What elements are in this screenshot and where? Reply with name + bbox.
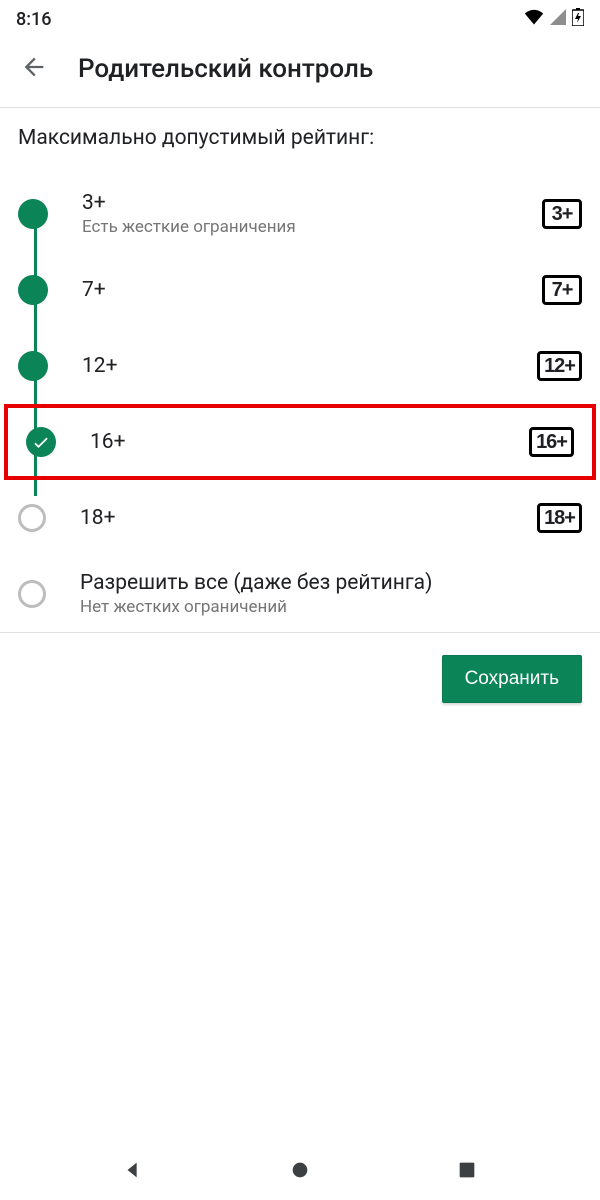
wifi-icon: [524, 9, 544, 30]
rating-option-18plus[interactable]: 18+ 18+: [0, 480, 600, 556]
nav-home-icon[interactable]: [289, 1159, 311, 1185]
option-label: 16+: [90, 430, 529, 454]
radio-filled-icon: [18, 351, 48, 381]
rating-badge: 7+: [542, 275, 582, 305]
rating-option-16plus[interactable]: 16+ 16+: [4, 404, 596, 480]
option-label: 12+: [82, 354, 537, 378]
rating-badge: 3+: [542, 199, 582, 229]
status-icons: [524, 8, 584, 31]
radio-filled-icon: [18, 275, 48, 305]
option-label: 3+: [82, 191, 542, 215]
rating-option-12plus[interactable]: 12+ 12+: [0, 328, 600, 404]
page-title: Родительский контроль: [78, 54, 373, 84]
cell-signal-icon: [550, 9, 566, 30]
rating-options: 3+ Есть жесткие ограничения 3+ 7+ 7+ 12+…: [0, 166, 600, 632]
back-icon[interactable]: [20, 53, 48, 85]
status-bar: 8:16: [0, 0, 600, 35]
section-label: Максимально допустимый рейтинг:: [0, 108, 600, 166]
rating-badge: 12+: [537, 351, 582, 381]
radio-empty-icon: [18, 580, 46, 608]
rating-option-7plus[interactable]: 7+ 7+: [0, 252, 600, 328]
option-sublabel: Есть жесткие ограничения: [82, 217, 542, 237]
nav-back-icon[interactable]: [122, 1159, 144, 1185]
radio-checked-icon: [26, 427, 56, 457]
option-label: 18+: [80, 506, 537, 530]
radio-filled-icon: [18, 199, 48, 229]
system-nav-bar: [0, 1144, 600, 1200]
option-label: Разрешить все (даже без рейтинга): [80, 571, 582, 595]
save-button[interactable]: Сохранить: [442, 655, 582, 703]
battery-icon: [572, 8, 584, 31]
nav-recent-icon[interactable]: [456, 1159, 478, 1185]
radio-empty-icon: [18, 504, 46, 532]
option-label: 7+: [82, 278, 542, 302]
rating-badge: 18+: [537, 503, 582, 533]
app-bar: Родительский контроль: [0, 35, 600, 107]
rating-option-allow-all[interactable]: Разрешить все (даже без рейтинга) Нет же…: [0, 556, 600, 632]
rating-option-3plus[interactable]: 3+ Есть жесткие ограничения 3+: [0, 176, 600, 252]
rating-badge: 16+: [529, 427, 574, 457]
option-sublabel: Нет жестких ограничений: [80, 597, 582, 617]
status-time: 8:16: [16, 9, 51, 30]
